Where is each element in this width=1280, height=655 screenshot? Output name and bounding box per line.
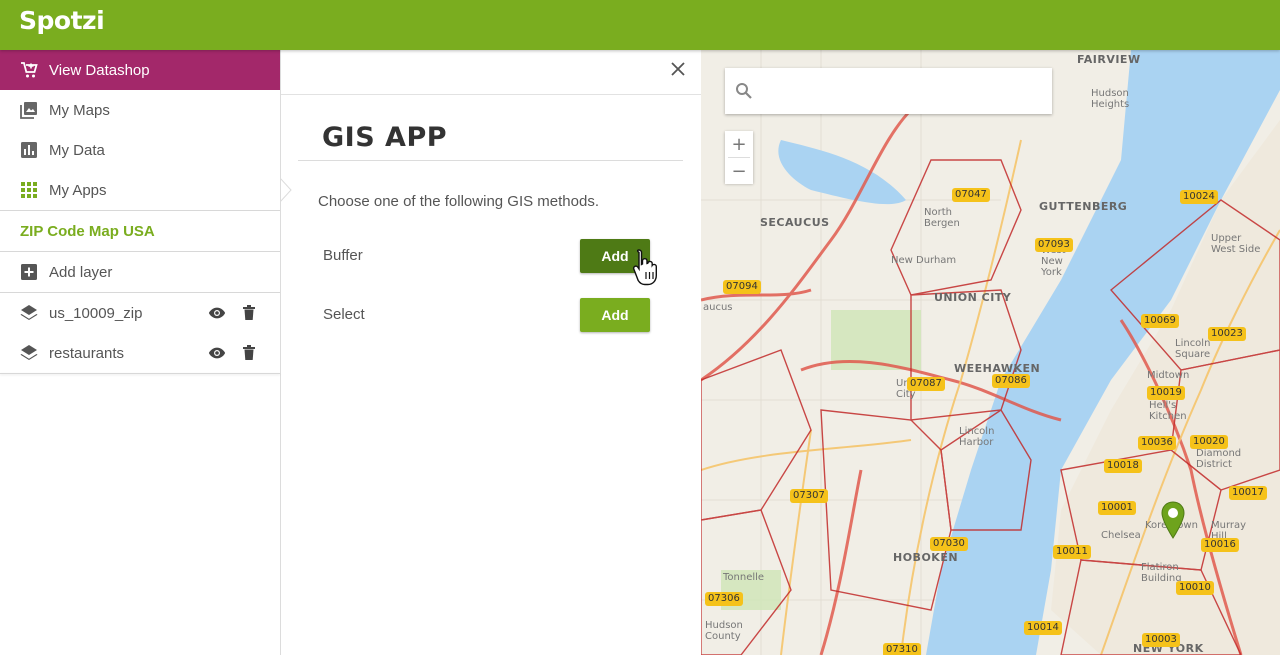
zip-label[interactable]: 10018 — [1104, 459, 1142, 473]
layer-row[interactable]: us_10009_zip — [0, 293, 280, 333]
zip-label[interactable]: 10020 — [1190, 435, 1228, 449]
cart-icon — [20, 61, 38, 79]
zip-label[interactable]: 10019 — [1147, 386, 1185, 400]
place-label: Upper West Side — [1211, 233, 1261, 255]
map-title[interactable]: ZIP Code Map USA — [0, 211, 280, 251]
title-divider — [298, 160, 683, 161]
panel-pointer — [280, 178, 292, 202]
place-label: Tonnelle — [723, 572, 765, 583]
map-search-box — [725, 68, 1052, 114]
place-label: North Bergen — [924, 207, 960, 229]
trash-icon[interactable] — [240, 304, 258, 322]
zip-label[interactable]: 07094 — [723, 280, 761, 294]
place-label: Diamond District — [1196, 448, 1242, 470]
place-label: Midtown — [1147, 370, 1190, 381]
place-label: Flatiron Building — [1141, 562, 1182, 584]
add-layer-label: Add layer — [49, 263, 113, 281]
zip-label[interactable]: 10014 — [1024, 621, 1062, 635]
zip-label[interactable]: 10010 — [1176, 581, 1214, 595]
place-label: Hell's Kitchen — [1149, 400, 1187, 422]
sidebar-divider — [0, 373, 280, 374]
nav-view-datashop[interactable]: View Datashop — [0, 50, 280, 90]
zip-label[interactable]: 10011 — [1053, 545, 1091, 559]
location-pin-icon[interactable] — [1160, 501, 1186, 539]
place-label: aucus — [703, 302, 733, 313]
panel-title: GIS APP — [322, 122, 448, 153]
add-select-button[interactable]: Add — [580, 298, 650, 332]
layer-name: restaurants — [49, 344, 125, 362]
zoom-out-button[interactable]: − — [725, 158, 753, 184]
zoom-control: + − — [725, 131, 753, 184]
place-label: Lincoln Square — [1175, 338, 1211, 360]
layers-icon — [20, 344, 38, 362]
zip-label[interactable]: 10023 — [1208, 327, 1246, 341]
apps-grid-icon — [20, 181, 38, 199]
panel-intro: Choose one of the following GIS methods. — [318, 193, 600, 210]
place-label: Hudson Heights — [1091, 88, 1130, 110]
place-label: SECAUCUS — [760, 216, 830, 229]
nav-label: My Maps — [49, 101, 110, 119]
zip-label[interactable]: 07030 — [930, 537, 968, 551]
zoom-in-button[interactable]: + — [725, 131, 753, 157]
method-label-buffer: Buffer — [323, 247, 363, 264]
zip-label[interactable]: 07093 — [1035, 238, 1073, 252]
nav-my-maps[interactable]: My Maps — [0, 90, 280, 130]
zip-label[interactable]: 10069 — [1141, 314, 1179, 328]
place-label: GUTTENBERG — [1039, 200, 1128, 213]
spotzi-logo[interactable]: Spotzi — [19, 6, 105, 35]
zip-label[interactable]: 07047 — [952, 188, 990, 202]
zip-label[interactable]: 07307 — [790, 489, 828, 503]
add-buffer-button[interactable]: Add — [580, 239, 650, 273]
maps-icon — [20, 101, 38, 119]
zip-label[interactable]: 07087 — [907, 377, 945, 391]
zip-label[interactable]: 10001 — [1098, 501, 1136, 515]
zip-label[interactable]: 07310 — [883, 643, 921, 655]
search-icon — [736, 83, 752, 99]
zip-label[interactable]: 10017 — [1229, 486, 1267, 500]
add-layer-button[interactable]: Add layer — [0, 252, 280, 292]
nav-label: My Apps — [49, 181, 107, 199]
zip-label[interactable]: 07306 — [705, 592, 743, 606]
add-box-icon — [20, 263, 38, 281]
place-label: Lincoln Harbor — [959, 426, 995, 448]
zip-label[interactable]: 10016 — [1201, 538, 1239, 552]
zip-label[interactable]: 07086 — [992, 374, 1030, 388]
place-label: FAIRVIEW — [1077, 53, 1141, 66]
layer-row[interactable]: restaurants — [0, 333, 280, 373]
nav-my-data[interactable]: My Data — [0, 130, 280, 170]
zip-label[interactable]: 10003 — [1142, 633, 1180, 647]
place-label: Hudson County — [705, 620, 743, 642]
eye-icon[interactable] — [208, 304, 226, 322]
map-view[interactable]: FAIRVIEW Hudson Heights SECAUCUS North B… — [701, 50, 1280, 655]
layers-icon — [20, 304, 38, 322]
close-icon — [671, 62, 685, 76]
panel-divider — [281, 94, 701, 95]
method-label-select: Select — [323, 306, 365, 323]
sidebar: View Datashop My Maps My Data My Apps ZI… — [0, 50, 281, 655]
nav-label: My Data — [49, 141, 105, 159]
layer-name: us_10009_zip — [49, 304, 143, 322]
nav-my-apps[interactable]: My Apps — [0, 170, 280, 210]
place-label: Chelsea — [1101, 530, 1141, 541]
map-search-input[interactable] — [761, 68, 1046, 114]
top-bar: Spotzi — [0, 0, 1280, 50]
zip-label[interactable]: 10024 — [1180, 190, 1218, 204]
gis-app-panel: GIS APP Choose one of the following GIS … — [280, 50, 701, 655]
place-label: UNION CITY — [934, 291, 1012, 304]
place-label: New Durham — [891, 255, 957, 266]
bar-chart-icon — [20, 141, 38, 159]
trash-icon[interactable] — [240, 344, 258, 362]
zip-label[interactable]: 10036 — [1138, 436, 1176, 450]
close-button[interactable] — [667, 58, 689, 80]
place-label: HOBOKEN — [893, 551, 959, 564]
eye-icon[interactable] — [208, 344, 226, 362]
nav-label: View Datashop — [49, 61, 150, 79]
